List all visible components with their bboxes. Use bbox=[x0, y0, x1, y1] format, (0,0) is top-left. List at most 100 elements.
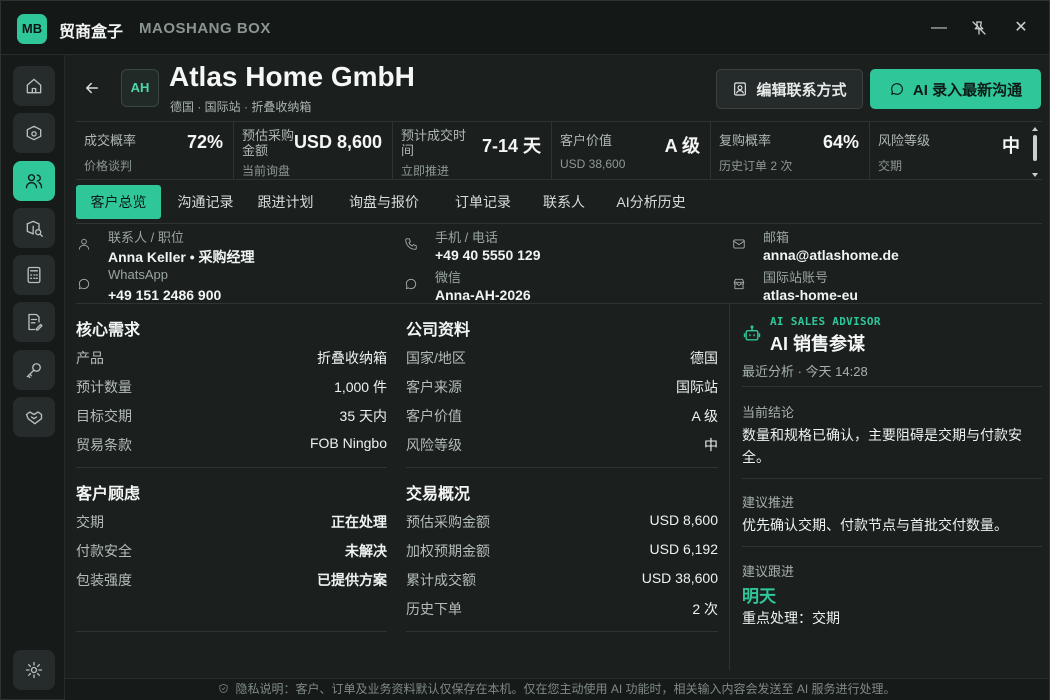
row-key: 交期 bbox=[76, 514, 104, 530]
store-icon bbox=[733, 278, 745, 290]
row-value: 国际站 bbox=[676, 379, 718, 395]
kpi-label: 成交概率 bbox=[84, 133, 137, 148]
document-edit-icon bbox=[28, 313, 43, 331]
ai-record-button[interactable]: AI 录入最新沟通 bbox=[870, 69, 1041, 109]
sidebar-item-keys[interactable] bbox=[13, 350, 55, 390]
sidebar-item-home[interactable] bbox=[13, 66, 55, 106]
tab-followup[interactable]: 跟进计划 bbox=[248, 185, 323, 219]
kpi-value: 64% bbox=[822, 132, 859, 152]
ai-suggest: 优先确认交期、付款节点与首批交付数量。 bbox=[742, 517, 1008, 533]
kpi-value: 中 bbox=[1002, 136, 1020, 156]
contact-key: 联系人 / 职位 bbox=[108, 230, 184, 245]
info-row: 风险等级 中 bbox=[406, 435, 718, 455]
ai-panel-tag: AI SALES ADVISOR bbox=[770, 315, 881, 328]
close-button[interactable]: ✕ bbox=[1010, 17, 1032, 39]
contact-value[interactable]: Anna-AH-2026 bbox=[435, 287, 531, 303]
section-title-concerns: 客户顾虑 bbox=[76, 486, 141, 503]
home-icon bbox=[26, 78, 42, 94]
divider bbox=[76, 467, 387, 468]
info-row: 客户价值 A 级 bbox=[406, 406, 718, 426]
info-row: 加权预期金额 USD 6,192 bbox=[406, 541, 718, 561]
mail-icon bbox=[733, 239, 745, 249]
key-icon bbox=[26, 363, 41, 379]
row-key: 客户价值 bbox=[406, 408, 462, 424]
user-icon bbox=[78, 238, 90, 250]
phone-icon bbox=[405, 238, 417, 250]
divider bbox=[742, 546, 1042, 547]
customer-name: Atlas Home GmbH bbox=[169, 61, 415, 92]
ai-record-label: AI 录入最新沟通 bbox=[912, 81, 1023, 99]
contact-key: 微信 bbox=[435, 270, 462, 285]
section-title-company: 公司资料 bbox=[406, 322, 471, 339]
package-search-icon bbox=[26, 220, 43, 237]
kpi-risk: 风险等级 交期 中 bbox=[870, 122, 1042, 180]
contact-value[interactable]: +49 151 2486 900 bbox=[108, 287, 221, 303]
chat-icon bbox=[78, 278, 90, 290]
info-row: 目标交期 35 天内 bbox=[76, 406, 387, 426]
pin-button[interactable] bbox=[968, 17, 990, 39]
row-key: 累计成交额 bbox=[406, 572, 476, 588]
row-value: A 级 bbox=[691, 408, 718, 424]
tab-communications[interactable]: 沟通记录 bbox=[168, 185, 243, 219]
chat-icon bbox=[405, 278, 417, 290]
tab-inquiries[interactable]: 询盘与报价 bbox=[342, 185, 426, 219]
tab-orders[interactable]: 订单记录 bbox=[446, 185, 520, 219]
tab-overview[interactable]: 客户总览 bbox=[76, 185, 161, 219]
row-value: 折叠收纳箱 bbox=[317, 350, 387, 366]
info-row: 客户来源 国际站 bbox=[406, 377, 718, 397]
minimize-button[interactable]: — bbox=[928, 17, 950, 39]
row-value: 中 bbox=[704, 437, 718, 453]
sidebar-item-deals[interactable] bbox=[13, 397, 55, 437]
edit-contact-button[interactable]: 编辑联系方式 bbox=[716, 69, 863, 109]
edit-contact-label: 编辑联系方式 bbox=[756, 81, 847, 99]
ai-conclusion-label: 当前结论 bbox=[742, 405, 795, 420]
customer-avatar: AH bbox=[121, 69, 159, 107]
kpi-estimated-amount: 预估采购金额 当前询盘 USD 8,600 bbox=[234, 122, 393, 180]
kpi-deal-probability: 成交概率 价格谈判 72% bbox=[76, 122, 234, 180]
kpi-value: 7-14 天 bbox=[481, 136, 541, 156]
ai-panel-title: AI 销售参谋 bbox=[770, 334, 866, 354]
ai-advisor-panel: AI SALES ADVISOR AI 销售参谋 最近分析 · 今天 14:28… bbox=[729, 304, 1042, 670]
tab-contacts[interactable]: 联系人 bbox=[534, 185, 594, 219]
gear-icon bbox=[25, 661, 43, 679]
row-key: 客户来源 bbox=[406, 379, 462, 395]
back-button[interactable] bbox=[83, 79, 103, 99]
row-value: 德国 bbox=[690, 350, 718, 366]
robot-icon bbox=[743, 325, 761, 341]
sidebar-item-customers[interactable] bbox=[13, 161, 55, 201]
sidebar bbox=[1, 55, 65, 699]
kpi-value: USD 8,600 bbox=[293, 132, 382, 152]
info-row: 国家/地区 德国 bbox=[406, 348, 718, 368]
row-value: 正在处理 bbox=[331, 514, 387, 530]
kpi-label: 风险等级 bbox=[878, 133, 931, 148]
section-title-core-needs: 核心需求 bbox=[76, 322, 141, 339]
ai-conclusion: 数量和规格已确认，主要阻碍是交期与付款安全。 bbox=[742, 427, 1022, 465]
row-value: FOB Ningbo bbox=[309, 435, 387, 451]
box-gear-icon bbox=[26, 125, 42, 141]
row-key: 目标交期 bbox=[76, 408, 132, 424]
kpi-customer-value: 客户价值 USD 38,600 A 级 bbox=[552, 122, 711, 180]
kpi-value: 72% bbox=[186, 132, 223, 152]
divider bbox=[406, 631, 718, 632]
sidebar-item-documents[interactable] bbox=[13, 302, 55, 342]
app-name: 贸商盒子 bbox=[59, 24, 124, 41]
contact-value[interactable]: +49 40 5550 129 bbox=[435, 247, 541, 263]
sidebar-item-settings[interactable] bbox=[13, 650, 55, 690]
row-value: 2 次 bbox=[692, 601, 718, 617]
tab-ai-history[interactable]: AI分析历史 bbox=[608, 185, 694, 219]
contact-value[interactable]: anna@atlashome.de bbox=[763, 247, 899, 263]
ai-follow-when: 明天 bbox=[742, 587, 776, 606]
sidebar-item-calculator[interactable] bbox=[13, 255, 55, 295]
ai-last-analysis: 最近分析 · 今天 14:28 bbox=[742, 364, 868, 379]
users-icon bbox=[25, 174, 43, 189]
row-key: 加权预期金额 bbox=[406, 543, 490, 559]
kpi-scrollbar[interactable] bbox=[1031, 126, 1039, 178]
row-key: 付款安全 bbox=[76, 543, 132, 559]
contact-value[interactable]: atlas-home-eu bbox=[763, 287, 858, 303]
info-row: 累计成交额 USD 38,600 bbox=[406, 570, 718, 590]
sidebar-item-inquiries[interactable] bbox=[13, 208, 55, 248]
app-window: MB 贸商盒子 MAOSHANG BOX — ✕ AH Atlas Home G… bbox=[0, 0, 1050, 700]
sidebar-item-products[interactable] bbox=[13, 113, 55, 153]
kpi-sub: 立即推进 bbox=[401, 164, 450, 178]
row-value: USD 6,192 bbox=[649, 541, 718, 557]
